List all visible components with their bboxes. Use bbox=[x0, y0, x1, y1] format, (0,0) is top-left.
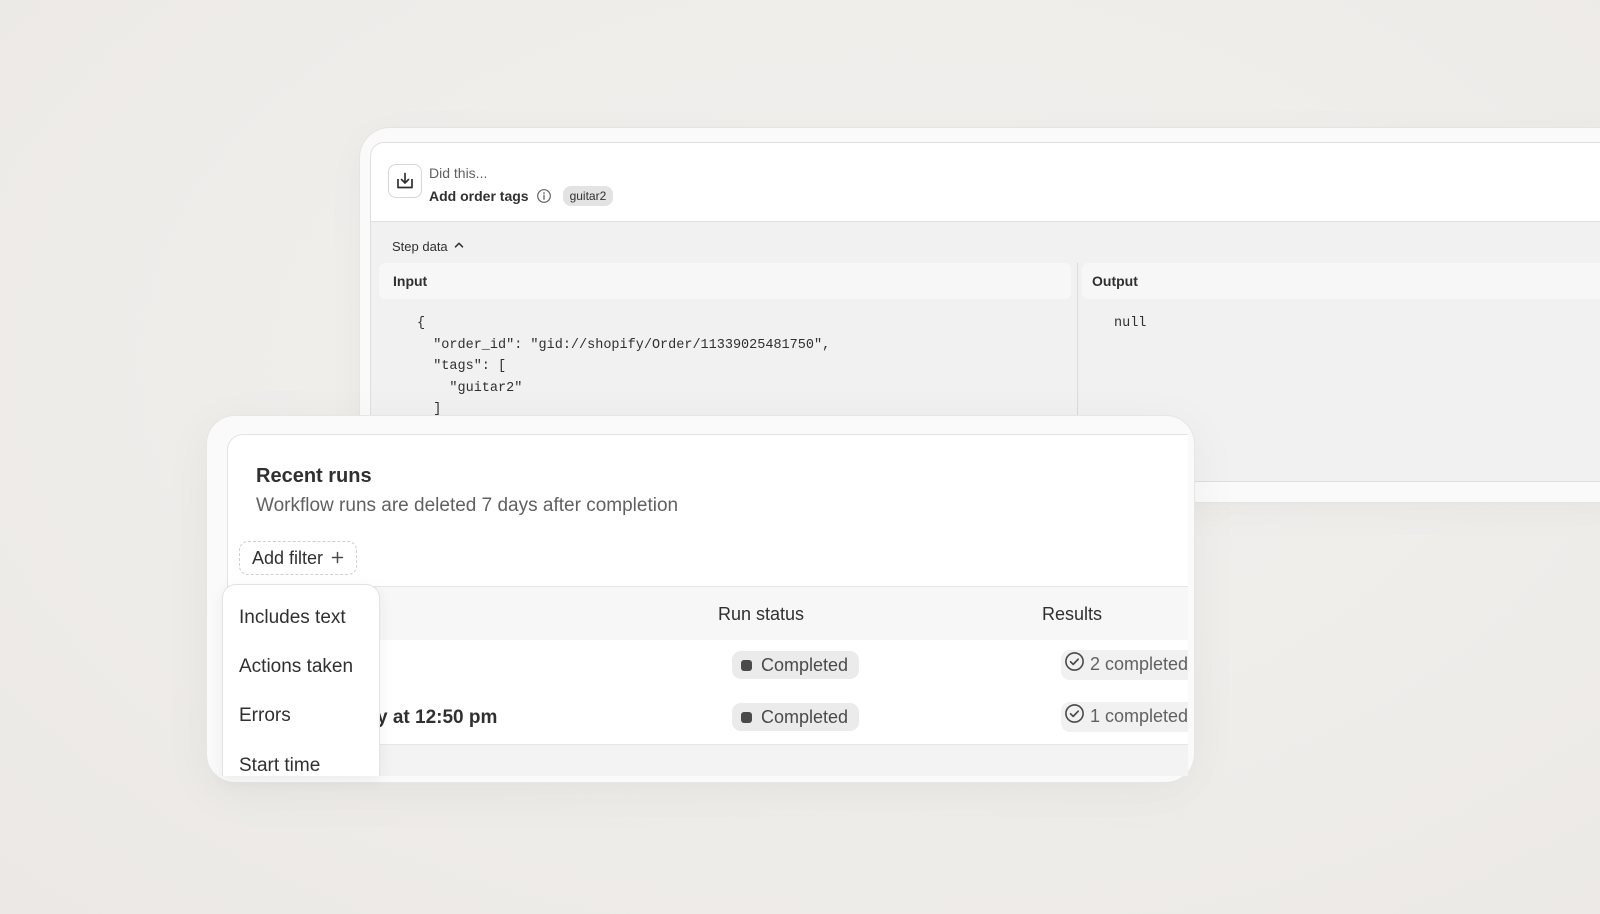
input-code: { "order_id": "gid://shopify/Order/11339… bbox=[417, 316, 831, 417]
add-filter-button[interactable]: Add filter bbox=[239, 541, 358, 575]
run-date: y at 12:50 pm bbox=[377, 707, 498, 728]
filter-option-start-time[interactable]: Start time bbox=[239, 755, 320, 776]
recent-runs-title: Recent runs bbox=[256, 465, 372, 487]
status-badge: Completed bbox=[732, 703, 860, 731]
tag-badge: guitar2 bbox=[562, 186, 614, 206]
action-row: Add order tags guitar2 bbox=[429, 186, 614, 206]
filter-option-includes-text[interactable]: Includes text bbox=[239, 607, 346, 629]
add-filter-label: Add filter bbox=[252, 547, 324, 568]
status-label: Completed bbox=[761, 654, 849, 675]
step-header: Did this... Add order tags guitar2 bbox=[371, 143, 1600, 222]
input-label: Input bbox=[379, 263, 1071, 299]
check-circle-icon bbox=[1064, 651, 1085, 677]
step-data-toggle[interactable]: Step data bbox=[392, 239, 465, 254]
status-label: Completed bbox=[761, 706, 849, 727]
column-run-status[interactable]: Run status bbox=[718, 604, 804, 625]
plus-icon bbox=[331, 548, 344, 569]
status-badge: Completed bbox=[732, 651, 860, 679]
column-results[interactable]: Results bbox=[1042, 604, 1102, 625]
result-label: 2 completed bbox=[1090, 653, 1188, 674]
step-heading: Did this... bbox=[429, 165, 488, 181]
status-dot-icon bbox=[741, 711, 752, 723]
filter-menu: Includes text Actions taken Errors Start… bbox=[222, 584, 380, 776]
check-circle-icon bbox=[1064, 703, 1085, 729]
action-name: Add order tags bbox=[429, 188, 529, 204]
run-result: 2 completed bbox=[1064, 651, 1188, 677]
filter-option-errors[interactable]: Errors bbox=[239, 705, 291, 727]
output-label: Output bbox=[1082, 263, 1600, 299]
run-result: 1 completed bbox=[1064, 703, 1188, 729]
recent-runs-subtitle: Workflow runs are deleted 7 days after c… bbox=[256, 495, 679, 516]
download-tray-icon bbox=[388, 164, 422, 198]
output-code: null bbox=[1114, 316, 1147, 331]
chevron-up-icon bbox=[453, 239, 465, 254]
status-dot-icon bbox=[741, 659, 752, 671]
filter-option-actions-taken[interactable]: Actions taken bbox=[239, 656, 353, 678]
step-data-label: Step data bbox=[392, 239, 448, 254]
result-label: 1 completed bbox=[1090, 705, 1188, 726]
info-icon[interactable] bbox=[536, 188, 552, 204]
